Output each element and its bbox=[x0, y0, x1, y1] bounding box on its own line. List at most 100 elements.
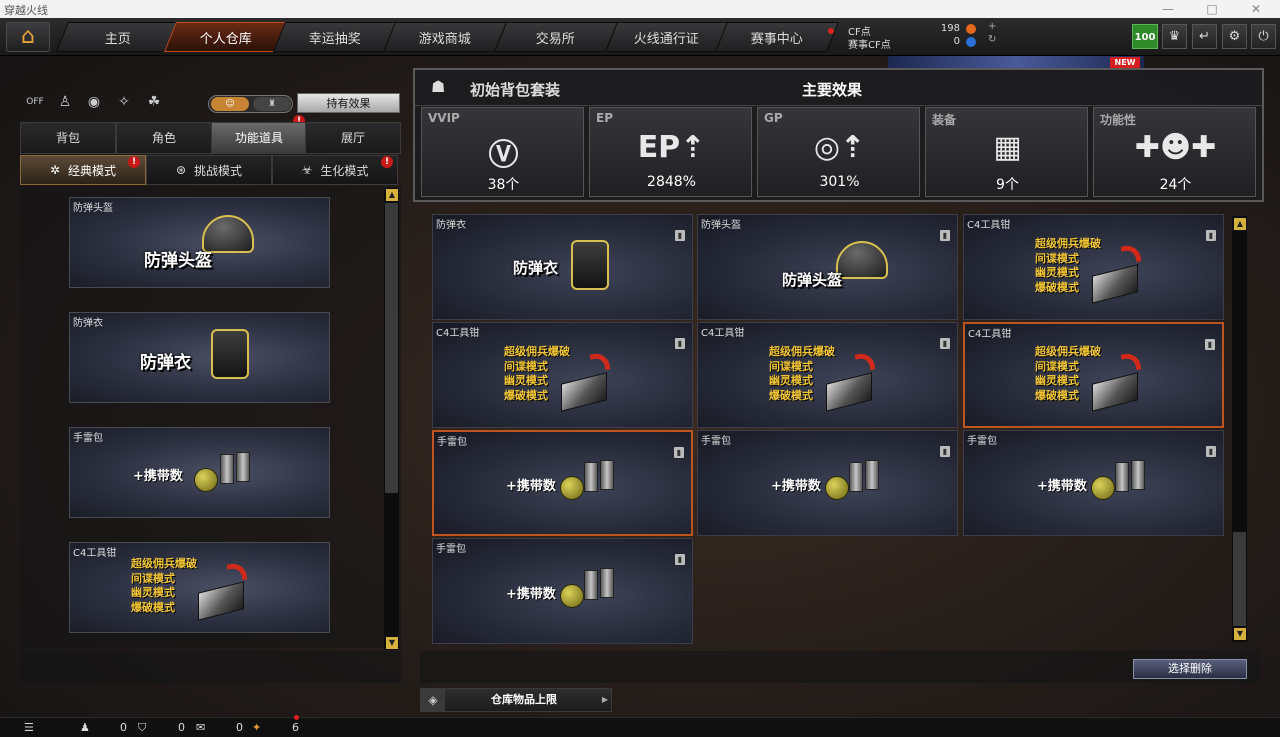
power-icon[interactable]: ⏻ bbox=[1251, 24, 1276, 49]
item-card-c4-pliers[interactable]: C4工具钳 ▮ 超级佣兵爆破 间谍模式 幽灵模式 爆破模式 bbox=[697, 322, 958, 428]
slot-card-helmet[interactable]: 防弹头盔 防弹头盔 bbox=[69, 197, 330, 288]
tab-function-items[interactable]: 功能道具 bbox=[211, 122, 307, 154]
slot-label: 防弹衣 bbox=[73, 318, 103, 329]
storage-capacity-button[interactable]: ◈ 仓库物品上限 ▶ bbox=[420, 688, 612, 712]
item-label: C4工具钳 bbox=[436, 328, 480, 339]
item-card-c4-pliers-selected[interactable]: C4工具钳 ▮ 超级佣兵爆破 间谍模式 幽灵模式 爆破模式 bbox=[963, 322, 1224, 428]
scroll-down-icon[interactable]: ▼ bbox=[386, 637, 398, 649]
slot-card-c4-pliers[interactable]: C4工具钳 超级佣兵爆破 间谍模式 幽灵模式 爆破模式 bbox=[69, 542, 330, 633]
item-card-grenade[interactable]: 手雷包 ▮ +携带数 bbox=[697, 430, 958, 536]
pose-icon[interactable]: ✧ bbox=[113, 94, 135, 114]
mode-alert-badge: ! bbox=[381, 156, 393, 168]
tab-home[interactable]: 主页 bbox=[55, 22, 181, 52]
refresh-icon[interactable]: ↻ bbox=[988, 34, 996, 45]
off-toggle-icon[interactable]: OFF bbox=[24, 97, 46, 117]
trash-icon[interactable]: ▮ bbox=[1206, 230, 1216, 241]
grenade-icon bbox=[560, 476, 584, 500]
chat-count: 0 bbox=[236, 721, 243, 734]
trash-icon[interactable]: ▮ bbox=[1206, 446, 1216, 457]
equipment-icon: ▦ bbox=[993, 130, 1022, 165]
gear-swap-icon[interactable]: ◉ bbox=[83, 94, 105, 114]
item-card-c4-pliers[interactable]: C4工具钳 ▮ 超级佣兵爆破 间谍模式 幽灵模式 爆破模式 bbox=[963, 214, 1224, 320]
scroll-up-icon[interactable]: ▲ bbox=[386, 189, 398, 201]
tab-character[interactable]: 角色 bbox=[116, 122, 212, 154]
item-label: C4工具钳 bbox=[701, 328, 745, 339]
item-label: C4工具钳 bbox=[968, 329, 1012, 340]
scroll-up-icon[interactable]: ▲ bbox=[1234, 218, 1246, 230]
item-card-vest[interactable]: 防弹衣 ▮ 防弹衣 bbox=[432, 214, 693, 320]
flash-grenade-icon bbox=[600, 568, 614, 598]
trash-icon[interactable]: ▮ bbox=[940, 446, 950, 457]
settings-icon[interactable]: ⚙ bbox=[1222, 24, 1247, 49]
slot-card-vest[interactable]: 防弹衣 防弹衣 bbox=[69, 312, 330, 403]
effects-header: ☗ 初始背包套装 主要效果 bbox=[415, 70, 1262, 106]
trash-icon[interactable]: ▮ bbox=[1205, 339, 1215, 350]
chat-icon[interactable]: ✉ bbox=[196, 721, 205, 734]
level-badge[interactable]: 100 bbox=[1132, 24, 1158, 49]
item-card-grenade[interactable]: 手雷包 ▮ +携带数 bbox=[963, 430, 1224, 536]
left-scroll-thumb[interactable] bbox=[385, 203, 398, 493]
tab-personal-storage[interactable]: 个人仓库 bbox=[163, 22, 289, 52]
pet-icon[interactable]: ☘ bbox=[143, 94, 165, 114]
tab-exchange[interactable]: 交易所 bbox=[493, 22, 619, 52]
tab-events[interactable]: 赛事中心 bbox=[714, 22, 840, 52]
rank-icon[interactable]: ♛ bbox=[1162, 24, 1187, 49]
minimize-icon[interactable]: — bbox=[1146, 0, 1190, 18]
menu-icon[interactable]: ☰ bbox=[24, 721, 34, 734]
mode-challenge[interactable]: ⊛ 挑战模式 bbox=[146, 155, 272, 185]
tab-label: 火线通行证 bbox=[634, 31, 700, 47]
close-icon[interactable]: ✕ bbox=[1234, 0, 1278, 18]
tab-game-mall[interactable]: 游戏商城 bbox=[382, 22, 508, 52]
item-card-helmet[interactable]: 防弹头盔 ▮ 防弹头盔 bbox=[697, 214, 958, 320]
trash-icon[interactable]: ▮ bbox=[675, 338, 685, 349]
match-coin-icon bbox=[966, 37, 976, 47]
trophy-view-icon: ♜ bbox=[253, 97, 291, 111]
add-icon[interactable]: + bbox=[988, 21, 996, 32]
item-card-c4-pliers[interactable]: C4工具钳 ▮ 超级佣兵爆破 间谍模式 幽灵模式 爆破模式 bbox=[432, 322, 693, 428]
grenade-icon bbox=[560, 584, 584, 608]
tab-backpack[interactable]: 背包 bbox=[20, 122, 116, 154]
exit-room-icon[interactable]: ↵ bbox=[1192, 24, 1217, 49]
clan-icon[interactable]: ⛉ bbox=[138, 721, 146, 735]
item-card-grenade[interactable]: 手雷包 ▮ +携带数 bbox=[432, 538, 693, 644]
new-tag: NEW bbox=[1110, 57, 1140, 68]
ep-icon: EP⇡ bbox=[637, 130, 706, 165]
promo-banner[interactable] bbox=[888, 56, 1144, 68]
tab-battle-pass[interactable]: 火线通行证 bbox=[604, 22, 730, 52]
view-toggle[interactable]: ☺ ♜ bbox=[208, 95, 293, 113]
flash-grenade-icon bbox=[600, 460, 614, 490]
mode-line: 间谍模式 bbox=[1035, 251, 1079, 265]
home-icon[interactable]: ⌂ bbox=[6, 22, 50, 52]
tab-label: 幸运抽奖 bbox=[308, 31, 361, 47]
owned-effects-button[interactable]: 持有效果 bbox=[297, 93, 400, 113]
mode-label: 经典模式 bbox=[68, 163, 117, 178]
gift-icon[interactable]: ✦ bbox=[252, 721, 261, 734]
character-icon[interactable]: ♙ bbox=[54, 94, 76, 114]
scroll-down-icon[interactable]: ▼ bbox=[1234, 628, 1246, 640]
red-arrow-icon bbox=[589, 351, 611, 373]
trash-icon[interactable]: ▮ bbox=[940, 338, 950, 349]
select-delete-button[interactable]: 选择删除 bbox=[1133, 659, 1247, 679]
item-card-grenade-selected[interactable]: 手雷包 ▮ +携带数 bbox=[432, 430, 693, 536]
trash-icon[interactable]: ▮ bbox=[675, 230, 685, 241]
grid-scroll-thumb[interactable] bbox=[1233, 532, 1246, 626]
friends-count: 0 bbox=[120, 721, 127, 734]
trash-icon[interactable]: ▮ bbox=[674, 447, 684, 458]
mode-zombie[interactable]: ☣ 生化模式 bbox=[272, 155, 398, 185]
window-title: 穿越火线 bbox=[4, 4, 48, 17]
red-arrow-icon bbox=[226, 561, 248, 583]
effect-value: 301% bbox=[819, 174, 860, 190]
maximize-icon[interactable]: □ bbox=[1190, 0, 1234, 18]
tab-label: 个人仓库 bbox=[199, 31, 252, 47]
c4-pliers-icon bbox=[198, 581, 244, 621]
friends-icon[interactable]: ♟ bbox=[80, 721, 90, 734]
mode-line: 间谍模式 bbox=[131, 571, 175, 585]
tab-label: 主页 bbox=[104, 31, 131, 47]
trash-icon[interactable]: ▮ bbox=[940, 230, 950, 241]
trash-icon[interactable]: ▮ bbox=[675, 554, 685, 565]
slot-card-grenade[interactable]: 手雷包 +携带数 bbox=[69, 427, 330, 518]
mode-label: 挑战模式 bbox=[194, 163, 243, 178]
mode-classic[interactable]: ✲ 经典模式 bbox=[20, 155, 146, 185]
tab-lucky-draw[interactable]: 幸运抽奖 bbox=[272, 22, 398, 52]
tab-showroom[interactable]: 展厅 bbox=[305, 122, 401, 154]
